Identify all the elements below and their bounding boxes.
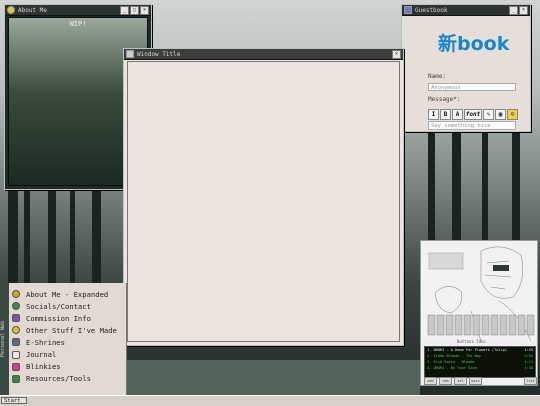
main-window[interactable]: Window Title ×: [123, 48, 404, 346]
maximize-button[interactable]: □: [130, 5, 139, 15]
about-me-titlebar[interactable]: About Me _ □ ×: [5, 5, 151, 16]
font-button[interactable]: font: [464, 109, 482, 120]
menu-item-other-stuff[interactable]: Other Stuff I've Made: [12, 324, 117, 336]
taskbar: Start: [0, 395, 540, 406]
menu-item-journal[interactable]: Journal: [12, 348, 117, 360]
shrine-icon: [12, 338, 20, 347]
globe-icon: [12, 302, 20, 311]
notepad-icon: [12, 350, 20, 359]
italic-button[interactable]: I: [428, 109, 439, 120]
player-skin-art: [421, 241, 537, 341]
guestbook-titlebar[interactable]: Guestbook _ ×: [402, 5, 530, 16]
window-title: Window Title: [137, 50, 181, 58]
wip-text: WIP!: [69, 20, 87, 28]
name-field[interactable]: Anonymous: [428, 83, 516, 91]
now-playing-label: Buttons Tabs: [457, 339, 486, 344]
close-button[interactable]: ×: [140, 5, 149, 15]
link-button[interactable]: ✎: [483, 109, 494, 120]
info-icon: [12, 290, 20, 299]
emoji-button[interactable]: ☺: [507, 109, 518, 120]
blinkie-icon: [12, 362, 20, 371]
menu-item-blinkies[interactable]: Blinkies: [12, 361, 117, 373]
select-button[interactable]: sel: [454, 377, 467, 385]
start-button[interactable]: Start: [1, 397, 27, 404]
playlist-item[interactable]: 4. OMORI - By Your Side 1:38: [425, 365, 535, 371]
misc-button[interactable]: misc: [469, 377, 482, 385]
bold-button[interactable]: B: [440, 109, 451, 120]
guestbook-logo: 新book: [438, 33, 510, 55]
minimize-button[interactable]: _: [509, 5, 518, 15]
window-icon: [126, 50, 134, 58]
start-menu[interactable]: Personal Web About Me - Expanded Socials…: [0, 283, 127, 395]
minimize-button[interactable]: _: [120, 5, 129, 15]
palette-icon: [12, 314, 20, 323]
music-player[interactable]: Buttons Tabs 1. OMORI - A Home For Flowe…: [420, 240, 538, 386]
guestbook-window[interactable]: Guestbook _ × 新book Name: Anonymous Mess…: [401, 4, 531, 132]
menu-item-socials[interactable]: Socials/Contact: [12, 300, 117, 312]
menu-item-commission[interactable]: Commission Info: [12, 312, 117, 324]
main-titlebar[interactable]: Window Title ×: [124, 49, 403, 60]
format-toolbar: I B A font ✎ ▣ ☺: [428, 109, 518, 120]
smiley-icon: [12, 326, 20, 335]
menu-item-resources[interactable]: Resources/Tools: [12, 373, 117, 385]
window-title: Guestbook: [415, 6, 448, 14]
close-button[interactable]: ×: [392, 49, 401, 59]
start-menu-stripe: Personal Web: [0, 283, 9, 395]
window-icon: [404, 6, 412, 14]
add-button[interactable]: add: [424, 377, 437, 385]
playlist[interactable]: 1. OMORI - A Home For Flowers (Tulip) 1:5…: [424, 346, 536, 378]
tools-icon: [12, 374, 20, 383]
remove-button[interactable]: rem: [439, 377, 452, 385]
close-button[interactable]: ×: [519, 5, 528, 15]
window-title: About Me: [18, 6, 47, 14]
main-content: [127, 61, 400, 342]
message-field[interactable]: Say something nice: [428, 121, 516, 130]
menu-item-about-expanded[interactable]: About Me - Expanded: [12, 288, 117, 300]
menu-item-e-shrines[interactable]: E-Shrines: [12, 336, 117, 348]
name-label: Name:: [428, 73, 447, 80]
playlist-buttons: add rem sel misc list: [424, 377, 537, 385]
image-button[interactable]: ▣: [495, 109, 506, 120]
color-button[interactable]: A: [452, 109, 463, 120]
window-icon: [7, 6, 15, 14]
start-menu-list: About Me - Expanded Socials/Contact Comm…: [12, 288, 117, 385]
message-label: Message*:: [428, 96, 461, 103]
list-button[interactable]: list: [524, 377, 537, 385]
